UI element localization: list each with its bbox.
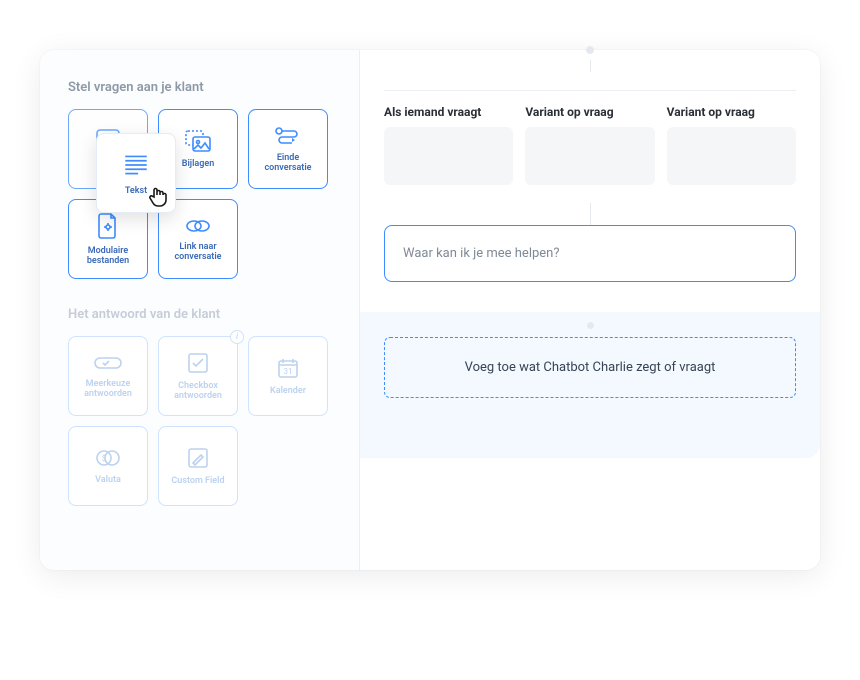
flow-connector-line: [590, 203, 591, 225]
drop-zone-section: Voeg toe wat Chatbot Charlie zegt of vra…: [360, 312, 820, 458]
variant-input-box[interactable]: [667, 127, 796, 185]
ask-section-title: Stel vragen aan je klant: [68, 80, 331, 95]
dragging-tile-label: Tekst: [125, 186, 147, 196]
text-lines-icon: [121, 150, 151, 180]
flow-connector-dot: [587, 322, 594, 329]
custom-field-icon: [186, 446, 210, 470]
tile-checkbox[interactable]: Checkbox antwoorden: [158, 336, 238, 416]
flow-divider: [384, 90, 796, 91]
flow-connector-line: [590, 60, 591, 72]
tile-label: Bijlagen: [178, 159, 219, 169]
chatbot-builder-window: Stel vragen aan je klant Tekst Bijlagen …: [40, 50, 820, 570]
tile-label: Meerkeuze antwoorden: [69, 379, 147, 400]
variant-column: Variant op vraag: [525, 105, 654, 185]
info-badge-icon[interactable]: i: [230, 330, 244, 344]
tile-label: Checkbox antwoorden: [159, 381, 237, 402]
question-variants-row: Als iemand vraagt Variant op vraag Varia…: [384, 105, 796, 185]
flow-connector-dot: [586, 46, 594, 54]
tile-einde-conversatie[interactable]: Einde conversatie: [248, 109, 328, 189]
bot-response-input[interactable]: Waar kan ik je mee helpen?: [384, 225, 796, 282]
tile-label: Custom Field: [167, 476, 228, 486]
tile-custom-field[interactable]: Custom Field: [158, 426, 238, 506]
currency-icon: $: [95, 447, 121, 469]
answer-section-title: Het antwoord van de klant: [68, 307, 331, 322]
multiple-choice-icon: [93, 353, 123, 373]
modular-file-icon: [96, 212, 120, 240]
variant-column: Variant op vraag: [667, 105, 796, 185]
variant-column: Als iemand vraagt: [384, 105, 513, 185]
flow-canvas: Als iemand vraagt Variant op vraag Varia…: [360, 50, 820, 570]
variant-label: Als iemand vraagt: [384, 105, 513, 119]
tile-meerkeuze[interactable]: Meerkeuze antwoorden: [68, 336, 148, 416]
ask-tile-grid: Tekst Bijlagen Einde conversatie Modulai…: [68, 109, 331, 279]
add-block-drop-zone[interactable]: Voeg toe wat Chatbot Charlie zegt of vra…: [384, 337, 796, 398]
svg-text:31: 31: [284, 367, 293, 376]
variant-label: Variant op vraag: [525, 105, 654, 119]
drop-zone-text: Voeg toe wat Chatbot Charlie zegt of vra…: [465, 360, 716, 375]
checkbox-icon: [186, 351, 210, 375]
calendar-icon: 31: [276, 356, 300, 380]
response-placeholder: Waar kan ik je mee helpen?: [403, 246, 560, 261]
variant-input-box[interactable]: [525, 127, 654, 185]
link-icon: [184, 216, 212, 236]
block-palette-sidebar: Stel vragen aan je klant Tekst Bijlagen …: [40, 50, 360, 570]
answer-tile-grid: Meerkeuze antwoorden Checkbox antwoorden…: [68, 336, 331, 506]
tile-label: Link naar conversatie: [159, 242, 237, 263]
tile-label: Modulaire bestanden: [69, 246, 147, 267]
variant-label: Variant op vraag: [667, 105, 796, 119]
svg-text:$: $: [102, 454, 107, 463]
tile-valuta[interactable]: $ Valuta: [68, 426, 148, 506]
tile-label: Einde conversatie: [249, 153, 327, 174]
variant-input-box[interactable]: [384, 127, 513, 185]
drag-cursor-icon: [146, 183, 174, 215]
end-conversation-icon: [273, 125, 303, 147]
image-attachment-icon: [184, 129, 212, 153]
tile-kalender[interactable]: 31 Kalender: [248, 336, 328, 416]
tile-label: Valuta: [91, 475, 125, 485]
tile-label: Kalender: [266, 386, 310, 396]
